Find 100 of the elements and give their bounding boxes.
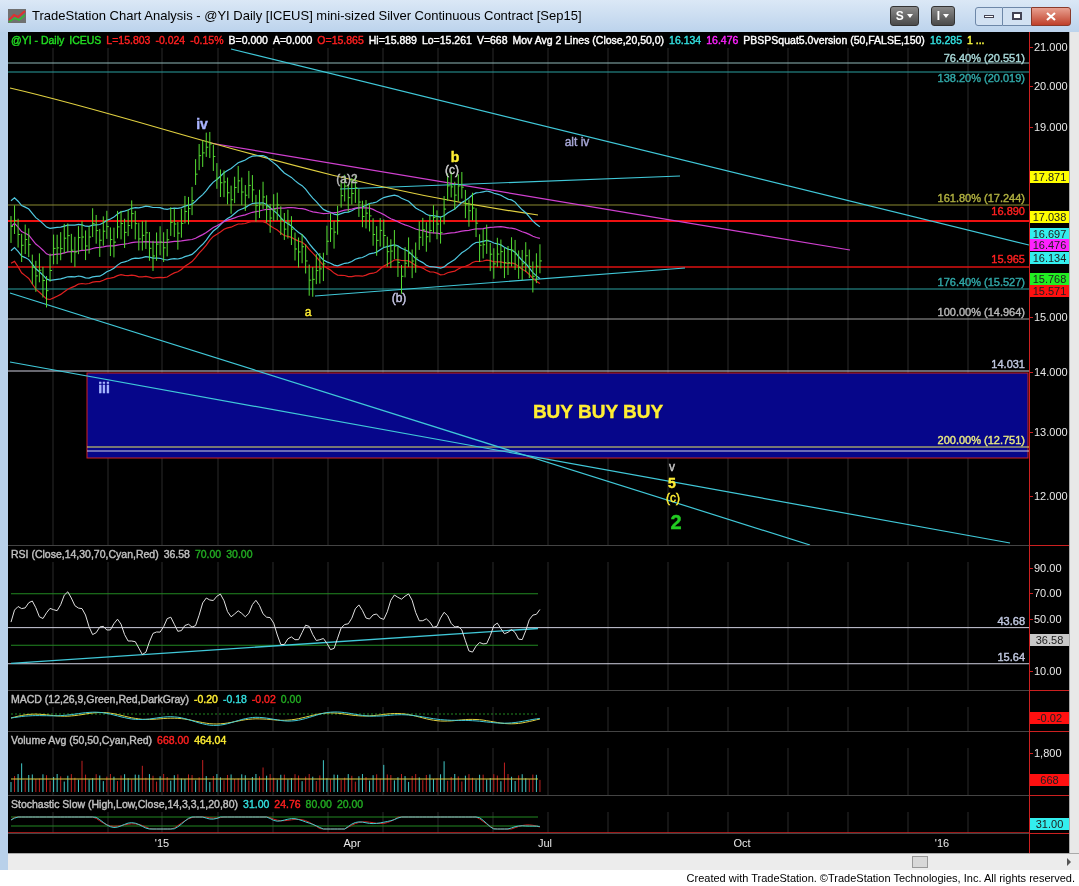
- axis-tick-label: 90.00: [1034, 562, 1062, 574]
- legend-text: 1 ...: [967, 33, 985, 47]
- legend-text: -0.20: [194, 692, 218, 706]
- close-button[interactable]: [1031, 6, 1071, 26]
- axis-tick-label: 1,800: [1034, 747, 1062, 759]
- level-label: 15.64: [997, 651, 1025, 663]
- legend-text: RSI (Close,14,30,70,Cyan,Red): [11, 547, 159, 561]
- caret-icon: [943, 14, 949, 18]
- close-icon: [1046, 11, 1056, 21]
- minimize-button[interactable]: [975, 6, 1003, 26]
- legend-text: 24.76: [274, 797, 301, 811]
- legend-text: O=15.865: [317, 33, 364, 47]
- date-axis-label: Oct: [733, 837, 751, 849]
- legend-text: -0.02: [251, 692, 276, 706]
- price-marker: 16.697: [1030, 228, 1069, 240]
- legend-text: B=0.000: [228, 33, 268, 47]
- legend-text: Volume Avg (50,50,Cyan,Red): [11, 733, 153, 747]
- legend-text: 80.00: [305, 797, 332, 811]
- axis-tick-label: 13.000: [1034, 426, 1068, 438]
- axis-tick-label: 20.000: [1034, 80, 1068, 92]
- legend-text: 464.04: [194, 733, 227, 747]
- axis-tick-label: 50.00: [1034, 613, 1062, 625]
- legend-text: @YI - Daily: [11, 33, 65, 47]
- legend-text: 668.00: [157, 733, 190, 747]
- chart-app-icon: [8, 9, 26, 23]
- price-marker: 36.58: [1030, 634, 1069, 646]
- legend-text: Hi=15.889: [368, 33, 417, 47]
- price-marker: 15.768: [1030, 273, 1069, 285]
- wave-label: 2: [670, 512, 682, 532]
- legend-text: Stochastic Slow (High,Low,Close,14,3,3,1,20,80): [11, 797, 239, 811]
- legend-text: MACD (12,26,9,Green,Red,DarkGray): [11, 692, 189, 706]
- legend-text: Lo=15.261: [421, 33, 472, 47]
- level-label: 43.68: [997, 615, 1025, 627]
- wave-label: a: [304, 306, 312, 318]
- level-label: 14.031: [991, 358, 1025, 370]
- wave-label: b: [450, 150, 460, 164]
- legend-text: L=15.803: [106, 33, 151, 47]
- legend-text: 16.476: [706, 33, 739, 47]
- axis-tick-label: 10.00: [1034, 665, 1062, 677]
- axis-tick-label: 19.000: [1034, 121, 1068, 133]
- level-label: 16.890: [991, 205, 1025, 217]
- date-axis-label: Apr: [343, 837, 361, 849]
- wave-label: (c): [666, 492, 680, 504]
- price-marker: 16.134: [1030, 252, 1069, 264]
- price-marker: 16.476: [1030, 239, 1069, 251]
- legend-text: -0.024: [155, 33, 186, 47]
- legend-text: A=0.000: [272, 33, 313, 47]
- price-marker: 17.038: [1030, 211, 1069, 223]
- legend-text: 36.58: [163, 547, 190, 561]
- legend-text: 30.00: [226, 547, 253, 561]
- axis-tick-label: 21.000: [1034, 41, 1068, 53]
- date-axis-label: Jul: [537, 837, 553, 849]
- wave-label: (b): [391, 292, 407, 304]
- price-marker: 15.571: [1030, 285, 1069, 297]
- wave-label: iv: [196, 117, 208, 131]
- maximize-button[interactable]: [1003, 6, 1031, 26]
- price-marker: 668: [1030, 774, 1069, 786]
- legend-text: 16.134: [669, 33, 702, 47]
- legend-text: PBSPSquat5.0version (50,FALSE,150): [743, 33, 925, 47]
- level-label: 200.00% (12.751): [937, 434, 1025, 446]
- vertical-scrollbar[interactable]: [1069, 32, 1079, 853]
- legend-text: 31.00: [243, 797, 270, 811]
- price-marker: 17.871: [1030, 171, 1069, 183]
- copyright-footer: Created with TradeStation. ©TradeStation Technologies, Inc. All rights reserved.: [686, 872, 1075, 884]
- minimize-icon: [984, 14, 994, 18]
- legend-text: 16.285: [929, 33, 962, 47]
- legend-text: Mov Avg 2 Lines (Close,20,50,0): [512, 33, 665, 47]
- price-marker: 31.00: [1030, 818, 1069, 830]
- legend-text: 0.00: [280, 692, 302, 706]
- caret-icon: [906, 14, 913, 18]
- scroll-right-icon[interactable]: [1067, 858, 1071, 866]
- level-label: 138.20% (20.019): [937, 72, 1025, 84]
- legend-text: 20.00: [336, 797, 364, 811]
- axis-tick-label: 12.000: [1034, 490, 1068, 502]
- level-label: 176.40% (15.527): [937, 276, 1025, 288]
- price-marker: -0.02: [1030, 712, 1069, 724]
- horizontal-scrollbar[interactable]: [8, 853, 1079, 870]
- level-label: 76.40% (20.551): [943, 52, 1025, 64]
- axis-tick-label: 14.000: [1034, 366, 1068, 378]
- restore-icon: [1012, 12, 1022, 20]
- wave-label: BUY BUY BUY: [532, 401, 664, 421]
- dropdown-button[interactable]: S: [889, 6, 919, 26]
- dropdown-button[interactable]: I: [930, 6, 955, 26]
- legend-text: 70.00: [194, 547, 222, 561]
- wave-label: (c): [445, 164, 459, 176]
- legend-text: -0.18: [222, 692, 247, 706]
- wave-label: alt iv: [564, 136, 590, 148]
- window-title: TradeStation Chart Analysis - @YI Daily [ICEUS] mini-sized Silver Continuous Contract [Sep15]: [32, 7, 582, 26]
- date-axis-label: '16: [934, 837, 950, 849]
- legend-text: V=668: [476, 33, 508, 47]
- scroll-thumb[interactable]: [912, 856, 928, 868]
- wave-label: v: [669, 461, 675, 473]
- legend-text: -0.15%: [190, 33, 224, 47]
- date-axis-label: '15: [154, 837, 170, 849]
- wave-label: iii: [98, 381, 110, 395]
- legend-text: ICEUS: [69, 33, 102, 47]
- level-label: 100.00% (14.964): [937, 306, 1025, 318]
- axis-tick-label: 70.00: [1034, 587, 1062, 599]
- level-label: 15.965: [991, 253, 1025, 265]
- axis-tick-label: 15.000: [1034, 311, 1068, 323]
